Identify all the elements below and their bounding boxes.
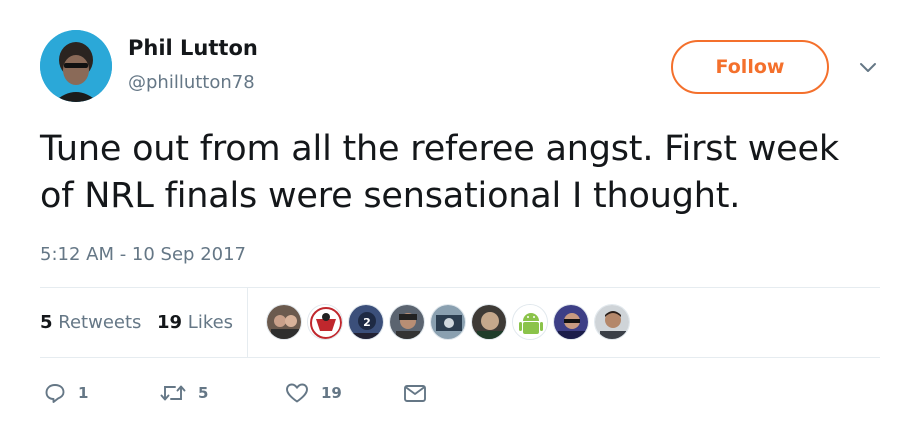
likes-count: 19	[157, 312, 183, 333]
liker-avatar[interactable]	[266, 304, 302, 340]
retweets-stat[interactable]: 5 Retweets	[40, 312, 141, 333]
retweets-label: Retweets	[58, 312, 142, 333]
likes-label: Likes	[187, 312, 234, 333]
tweet-text-line: of NRL finals were sensational I thought…	[40, 176, 741, 216]
reply-button[interactable]: 1	[44, 382, 88, 404]
android-avatar[interactable]	[512, 304, 548, 340]
svg-text:2: 2	[363, 316, 371, 329]
avatar-image	[40, 30, 112, 102]
divider	[40, 287, 880, 288]
tweet-timestamp[interactable]: 5:12 AM - 10 Sep 2017	[40, 244, 246, 265]
heart-icon	[286, 383, 308, 403]
retweet-icon	[160, 385, 186, 401]
envelope-icon	[404, 385, 426, 402]
likes-stat[interactable]: 19 Likes	[157, 312, 233, 333]
tweet-text-line: Tune out from all the referee angst. Fir…	[40, 129, 839, 169]
retweets-count: 5	[40, 312, 53, 333]
avatar[interactable]	[40, 30, 112, 102]
liker-avatar[interactable]	[553, 304, 589, 340]
follow-button[interactable]: Follow	[671, 40, 829, 94]
retweet-count: 5	[198, 384, 209, 402]
reply-icon	[45, 384, 65, 403]
liker-avatar[interactable]	[594, 304, 630, 340]
user-handle[interactable]: @phillutton78	[128, 72, 255, 93]
liker-avatar[interactable]	[430, 304, 466, 340]
like-count: 19	[321, 384, 342, 402]
liker-avatar[interactable]	[471, 304, 507, 340]
like-button[interactable]: 19	[285, 382, 342, 404]
reply-count: 1	[78, 384, 89, 402]
stats-divider	[247, 287, 248, 357]
liker-avatar[interactable]	[307, 304, 343, 340]
retweet-button[interactable]: 5	[160, 382, 208, 404]
liker-avatar[interactable]: 2	[348, 304, 384, 340]
user-name[interactable]: Phil Lutton	[128, 36, 258, 60]
liked-by-avatars: 2	[266, 304, 630, 340]
divider	[40, 357, 880, 358]
tweet-text: Tune out from all the referee angst. Fir…	[40, 126, 890, 220]
liker-avatar[interactable]	[389, 304, 425, 340]
chevron-down-icon[interactable]	[858, 60, 878, 76]
direct-message-button[interactable]	[403, 382, 427, 404]
